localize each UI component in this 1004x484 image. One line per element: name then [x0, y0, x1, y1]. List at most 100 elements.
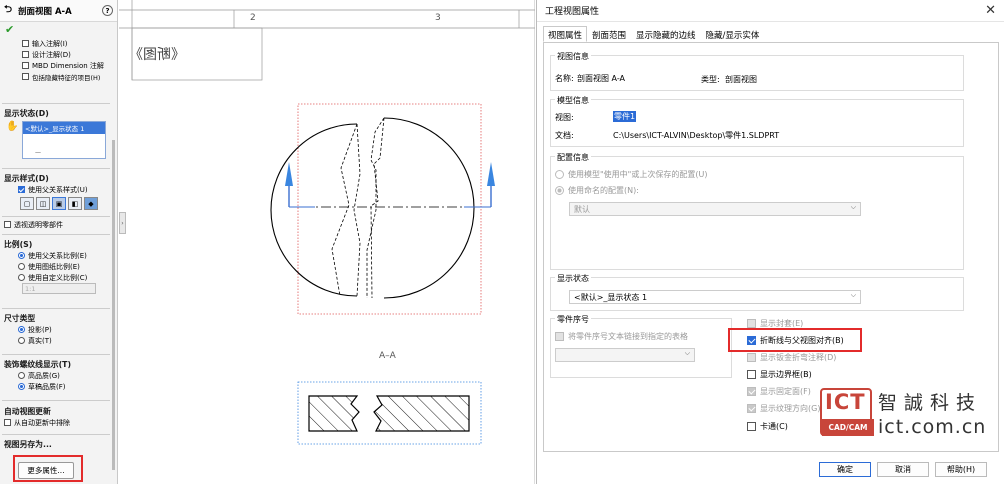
tab-hide-show-bodies[interactable]: 隐藏/显示实体 [701, 26, 765, 42]
dim-type-projected[interactable]: 投影(P) [0, 324, 117, 335]
ok-button[interactable]: 确定 [819, 462, 871, 477]
config-option-named[interactable]: 使用命名的配置(N): [555, 185, 639, 196]
display-state-icon: ✋ [6, 121, 19, 132]
option-import-annotations[interactable]: 输入注解(I) [0, 38, 117, 49]
help-icon[interactable]: ? [102, 5, 113, 16]
display-state-combo[interactable]: <默认>_显示状态 1 ⌵ [569, 290, 861, 304]
option-use-parent-style[interactable]: 使用父关系样式(U) [0, 184, 117, 195]
wireframe-icon[interactable]: ▢ [20, 197, 34, 210]
radio[interactable] [555, 186, 564, 195]
checkbox[interactable] [747, 319, 756, 328]
radio[interactable] [18, 274, 25, 281]
option-fixed-face[interactable]: 显示固定面(F) [747, 386, 811, 397]
property-manager: ⮌ 剖面视图 A-A ? ✔ 输入注解(I) 设计注解(D) MBD Dimen… [0, 0, 118, 484]
display-style-icons: ▢ ◫ ▣ ◧ ◆ [0, 197, 117, 210]
checkbox[interactable] [4, 419, 11, 426]
section-title[interactable]: 视图另存为... [0, 438, 117, 450]
save-as-section: 视图另存为... [0, 438, 117, 450]
chevron-down-icon: ⌵ [684, 349, 690, 357]
pm-header: ⮌ 剖面视图 A-A ? [0, 0, 117, 22]
checkbox[interactable] [22, 51, 29, 58]
help-button[interactable]: 帮助(H) [935, 462, 987, 477]
section-title[interactable]: 显示样式(D) [0, 172, 117, 184]
radio[interactable] [18, 372, 25, 379]
thread-draft-quality[interactable]: 草稿品质(F) [0, 381, 117, 392]
radio[interactable] [555, 170, 564, 179]
dim-type-true[interactable]: 真实(T) [0, 335, 117, 346]
option-cartoon[interactable]: 卡通(C) [747, 421, 788, 432]
model-info-group: 模型信息 视图: 零件1 文档: C:\Users\ICT-ALVIN\Desk… [550, 95, 964, 147]
option-hidden-features[interactable]: 包括隐藏特征的项目(H) [0, 71, 117, 82]
tab-section-scope[interactable]: 剖面范围 [587, 26, 631, 42]
hidden-removed-icon[interactable]: ▣ [52, 197, 66, 210]
display-state-item[interactable]: <默认>_显示状态 1 [23, 122, 105, 134]
config-combo[interactable]: 默认 ⌵ [569, 202, 861, 216]
checkbox[interactable] [18, 186, 25, 193]
radio[interactable] [18, 252, 25, 259]
section-title[interactable]: 显示状态(D) [0, 107, 117, 119]
link-balloon-option[interactable]: 将零件序号文本链接到指定的表格 [555, 331, 688, 342]
checkbox[interactable] [22, 40, 29, 47]
chevron-down-icon: ⌵ [850, 291, 856, 299]
balloon-table-combo[interactable]: ⌵ [555, 348, 695, 362]
option-grain-direction[interactable]: 显示纹理方向(G) [747, 403, 820, 414]
watermark-url: ict.com.cn [878, 416, 987, 438]
drawing-sheet: › 2 3 《断图》 A–A [119, 0, 535, 484]
tab-hidden-edges[interactable]: 显示隐藏的边线 [631, 26, 701, 42]
config-option-in-use[interactable]: 使用模型"使用中"或上次保存的配置(U) [555, 169, 707, 180]
highlight-box [13, 455, 83, 482]
checkbox[interactable] [22, 62, 29, 69]
checkbox[interactable] [747, 387, 756, 396]
model-view-value[interactable]: 零件1 [613, 111, 637, 122]
section-view-icon: ⮌ [4, 4, 13, 15]
drawing-canvas[interactable] [119, 0, 535, 484]
checkbox[interactable] [747, 370, 756, 379]
section-title[interactable]: 装饰螺纹线显示(T) [0, 358, 117, 370]
radio[interactable] [18, 263, 25, 270]
scale-option-sheet[interactable]: 使用图纸比例(E) [0, 261, 117, 272]
scale-section: 比例(S) 使用父关系比例(E) 使用图纸比例(E) 使用自定义比例(C) 1:… [0, 238, 117, 294]
pm-scrollbar[interactable] [112, 140, 115, 470]
checkbox[interactable] [747, 404, 756, 413]
option-sheetmetal-notes[interactable]: 显示钣金折弯注释(D) [747, 352, 836, 363]
dialog-titlebar: 工程视图属性 ✕ [537, 0, 1004, 22]
display-state-section: 显示状态(D) ✋ <默认>_显示状态 1 — [0, 107, 117, 159]
shaded-edges-icon[interactable]: ◧ [68, 197, 82, 210]
scale-option-custom[interactable]: 使用自定义比例(C) [0, 272, 117, 283]
hidden-visible-icon[interactable]: ◫ [36, 197, 50, 210]
scale-option-parent[interactable]: 使用父关系比例(E) [0, 250, 117, 261]
ok-check-icon[interactable]: ✔ [5, 23, 14, 36]
radio[interactable] [18, 326, 25, 333]
thread-high-quality[interactable]: 高品质(G) [0, 370, 117, 381]
shaded-icon[interactable]: ◆ [84, 197, 98, 210]
display-state-group: 显示状态 <默认>_显示状态 1 ⌵ [550, 273, 964, 311]
checkbox[interactable] [4, 221, 11, 228]
display-state-list[interactable]: <默认>_显示状态 1 — [22, 121, 106, 159]
option-bounding-box[interactable]: 显示边界框(B) [747, 369, 812, 380]
close-icon[interactable]: ✕ [985, 3, 996, 18]
watermark-company: 智誠科技 [878, 392, 983, 414]
part-number-group: 零件序号 将零件序号文本链接到指定的表格 ⌵ [550, 314, 732, 378]
view-type-value: 剖面视图 [725, 75, 757, 84]
section-title[interactable]: 尺寸类型 [0, 312, 117, 324]
radio[interactable] [18, 337, 25, 344]
section-title[interactable]: 自动视图更新 [0, 405, 117, 417]
exclude-auto-update[interactable]: 从自动更新中排除 [0, 417, 117, 428]
checkbox[interactable] [555, 332, 564, 341]
checkbox[interactable] [22, 73, 29, 80]
tab-view-properties[interactable]: 视图属性 [543, 26, 588, 42]
cancel-button[interactable]: 取消 [877, 462, 929, 477]
checkbox[interactable] [747, 422, 756, 431]
section-label: A–A [379, 351, 396, 361]
config-info-group: 配置信息 使用模型"使用中"或上次保存的配置(U) 使用命名的配置(N): 默认… [550, 152, 964, 270]
model-doc-path: C:\Users\ICT-ALVIN\Desktop\零件1.SLDPRT [613, 131, 780, 140]
zone-label-2: 2 [250, 13, 256, 23]
auto-update-section: 自动视图更新 从自动更新中排除 [0, 405, 117, 428]
option-design-annotations[interactable]: 设计注解(D) [0, 49, 117, 60]
section-title[interactable]: 比例(S) [0, 238, 117, 250]
sheet-note: 《断图》 [129, 47, 185, 63]
radio[interactable] [18, 383, 25, 390]
checkbox[interactable] [747, 353, 756, 362]
scale-combo[interactable]: 1:1 [22, 283, 96, 294]
option-mbd-annotations[interactable]: MBD Dimension 注解 [0, 60, 117, 71]
